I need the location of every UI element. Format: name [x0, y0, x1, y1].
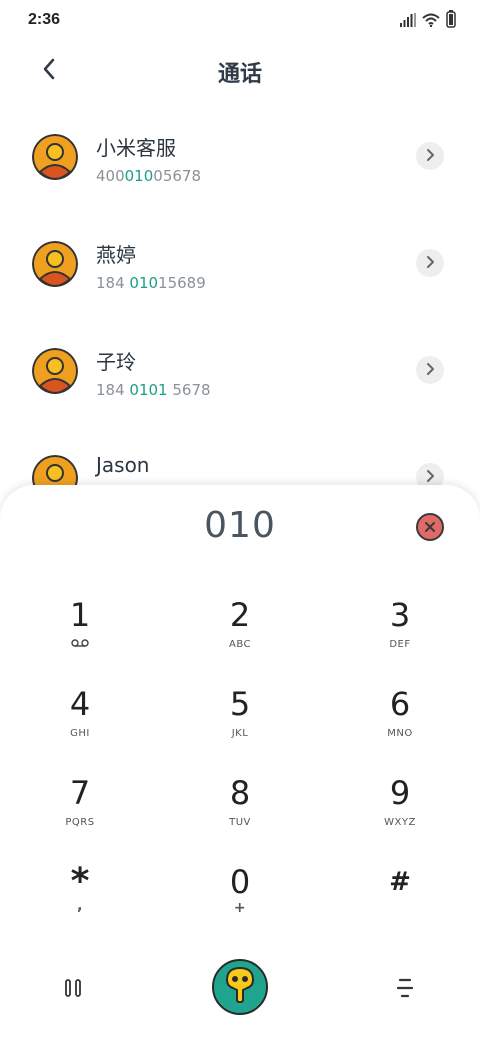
header: 通话 — [0, 44, 480, 96]
key-letters: WXYZ — [384, 817, 416, 828]
key-2[interactable]: 2 ABC — [160, 595, 320, 675]
page-title: 通话 — [217, 62, 262, 87]
avatar — [32, 134, 78, 180]
key-letters: TUV — [229, 817, 251, 828]
contact-number: 184 01015689 — [96, 274, 206, 292]
chevron-right-icon — [425, 361, 435, 380]
contact-row[interactable]: 子玲 184 0101 5678 — [0, 326, 480, 426]
key-letters: MNO — [387, 728, 413, 739]
chevron-right-icon — [425, 468, 435, 487]
voicemail-icon — [0, 639, 160, 650]
menu-icon — [396, 977, 414, 1003]
key-letters: PQRS — [65, 817, 95, 828]
key-letters: GHI — [70, 728, 90, 739]
key-digit: 5 — [229, 685, 251, 723]
key-star[interactable]: * , — [0, 862, 160, 942]
phone-icon — [223, 966, 257, 1008]
chevron-right-icon — [425, 254, 435, 273]
key-digit: 9 — [389, 774, 411, 812]
key-hash[interactable]: # — [320, 862, 480, 942]
key-6[interactable]: 6 MNO — [320, 684, 480, 764]
contact-number: 184 0101 5678 — [96, 381, 211, 399]
contact-detail-button[interactable] — [416, 142, 444, 170]
key-digit: 8 — [229, 774, 251, 812]
pause-icon — [64, 978, 82, 1002]
key-digit: 4 — [69, 685, 91, 723]
key-7[interactable]: 7 PQRS — [0, 773, 160, 853]
menu-button[interactable] — [390, 975, 420, 1005]
status-time: 2:36 — [28, 11, 61, 28]
clear-button[interactable] — [416, 513, 444, 541]
contact-row[interactable]: 小米客服 40001005678 — [0, 112, 480, 212]
phone-screen: 2:36 通话 小米客服 40001005678 燕婷 184 01015689… — [0, 0, 480, 1040]
key-letters: ABC — [228, 639, 251, 650]
key-5[interactable]: 5 JKL — [160, 684, 320, 764]
pause-button[interactable] — [58, 975, 88, 1005]
key-0[interactable]: 0 + — [160, 862, 320, 942]
close-icon — [424, 518, 436, 537]
dialer-panel: 010 1 2 ABC 3 DEF 4 GHI 5 JKL 6 MNO 7 PQ… — [0, 485, 480, 1040]
status-icons — [400, 10, 456, 32]
key-digit: 1 — [69, 596, 91, 634]
key-letters: JKL — [231, 728, 249, 739]
battery-icon — [446, 10, 456, 32]
key-digit: # — [389, 867, 411, 897]
key-digit: 7 — [69, 774, 91, 812]
contact-name: 子玲 — [96, 350, 136, 374]
key-digit: * — [70, 861, 90, 902]
contact-row[interactable]: 燕婷 184 01015689 — [0, 219, 480, 319]
key-3[interactable]: 3 DEF — [320, 595, 480, 675]
wifi-icon — [422, 12, 440, 31]
call-button[interactable] — [212, 959, 268, 1015]
avatar — [32, 241, 78, 287]
key-letters: DEF — [389, 639, 411, 650]
contact-name: 小米客服 — [96, 136, 176, 160]
contact-detail-button[interactable] — [416, 356, 444, 384]
contact-detail-button[interactable] — [416, 249, 444, 277]
key-letters: + — [233, 900, 247, 916]
key-letters: , — [77, 898, 83, 914]
dialer-actions — [0, 955, 480, 1025]
key-9[interactable]: 9 WXYZ — [320, 773, 480, 853]
key-1[interactable]: 1 — [0, 595, 160, 675]
key-4[interactable]: 4 GHI — [0, 684, 160, 764]
key-digit: 2 — [229, 596, 251, 634]
status-bar: 2:36 — [0, 0, 480, 40]
key-digit: 3 — [389, 596, 411, 634]
key-8[interactable]: 8 TUV — [160, 773, 320, 853]
key-digit: 0 — [229, 863, 251, 901]
contact-name: Jason — [96, 453, 150, 477]
dialed-number: 010 — [204, 505, 276, 546]
signal-icon — [400, 12, 416, 31]
contact-name: 燕婷 — [96, 243, 136, 267]
contact-number: 40001005678 — [96, 167, 201, 185]
avatar — [32, 348, 78, 394]
chevron-right-icon — [425, 147, 435, 166]
key-digit: 6 — [389, 685, 411, 723]
